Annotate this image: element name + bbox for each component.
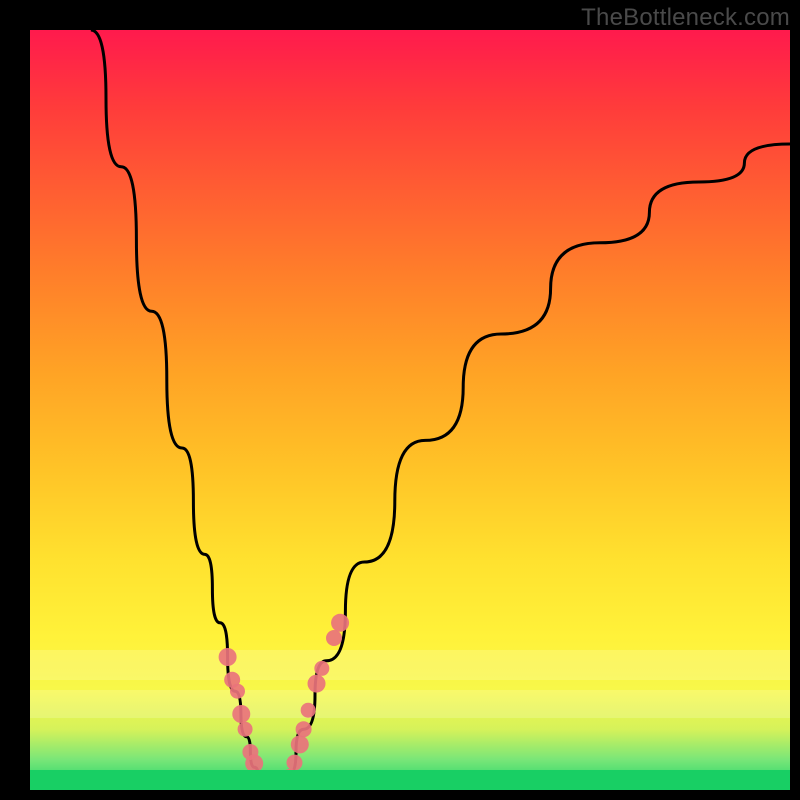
data-marker [232, 705, 250, 723]
data-marker [326, 630, 342, 646]
data-marker [314, 661, 329, 676]
curve-left-branch [91, 30, 266, 790]
curve-layer [30, 30, 790, 790]
curve-right-branch [281, 144, 790, 790]
data-marker [230, 684, 245, 699]
marker-group [219, 614, 349, 790]
data-marker [286, 755, 302, 771]
watermark-text: TheBottleneck.com [581, 4, 790, 32]
data-marker [308, 675, 326, 693]
data-marker [331, 614, 349, 632]
data-marker [301, 703, 316, 718]
curve-group [91, 30, 790, 790]
plot-bottom-strip [30, 770, 790, 790]
data-marker [219, 648, 237, 666]
data-marker [238, 722, 253, 737]
plot-area [30, 30, 790, 790]
chart-frame: TheBottleneck.com [0, 0, 800, 800]
data-marker [296, 721, 312, 737]
data-marker [291, 735, 309, 753]
